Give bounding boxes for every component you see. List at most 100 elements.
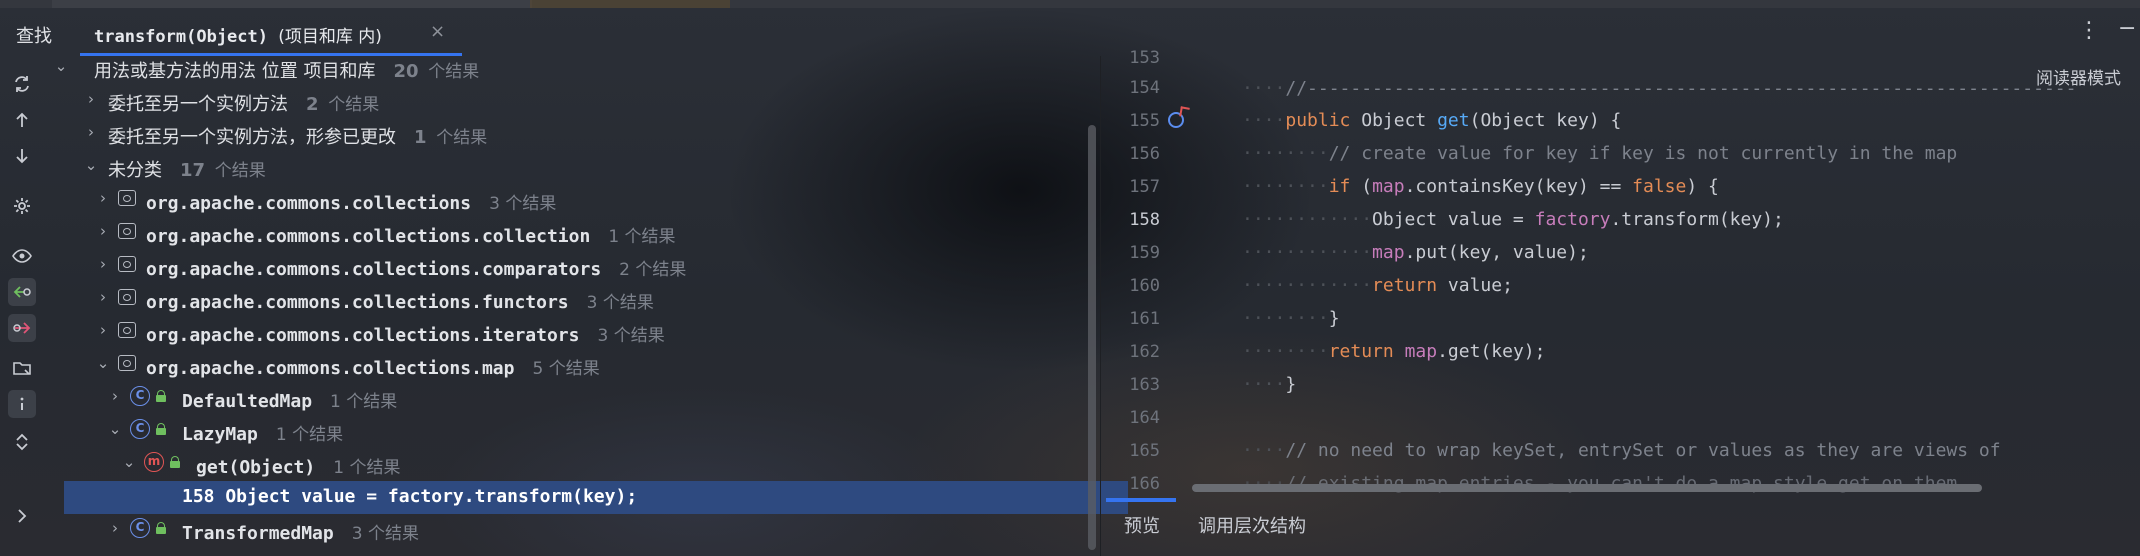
chevron-right-icon[interactable]: › [96,288,110,306]
code-line-161: ········} [1242,308,1340,329]
tree-node-usage-selected[interactable]: 158 Object value = factory.transform(key… [64,481,1128,514]
package-icon [118,289,136,305]
tab-preview[interactable]: 预览 [1124,512,1160,538]
chevron-down-icon[interactable]: ⌄ [84,156,98,174]
line-number: 165 [1129,441,1160,461]
chevron-right-icon[interactable] [8,502,36,530]
preview-eye-icon[interactable] [8,242,36,270]
chevron-right-icon[interactable]: › [84,90,98,108]
chevron-down-icon[interactable]: ⌄ [122,453,136,471]
code-preview-editor[interactable]: 153 154 155 156 157 158 159 160 161 162 … [1102,48,2140,496]
tree-node-package-map[interactable]: ⌄ org.apache.commons.collections.map 5 个结… [46,349,1096,382]
show-write-access-icon[interactable] [8,314,36,342]
close-tab-icon[interactable]: × [430,21,445,42]
tree-node-package[interactable]: › org.apache.commons.collections.collect… [46,217,1096,250]
group-by-directory-icon[interactable] [8,354,36,382]
overrides-method-icon[interactable] [1168,112,1184,128]
tree-node-class[interactable]: › C DefaultedMap 1 个结果 [46,382,1096,415]
usage-line-text: 158 Object value = factory.transform(key… [182,486,638,507]
node-count-number: 1 [414,127,427,148]
node-label: DefaultedMap [182,391,313,412]
tree-node-delegate[interactable]: › 委托至另一个实例方法 2 个结果 [46,85,1096,118]
node-count: 1 个结果 [275,425,344,445]
chevron-right-icon[interactable]: › [84,123,98,141]
node-count: 1 个结果 [608,227,676,247]
chevron-down-icon[interactable]: ⌄ [54,57,68,75]
tree-node-package[interactable]: › org.apache.commons.collections.iterato… [46,316,1096,349]
node-count-number: 20 [393,61,419,82]
tree-node-class-lazymap[interactable]: ⌄ C LazyMap 1 个结果 [46,415,1096,448]
class-icon: C [130,386,150,406]
line-number: 157 [1129,177,1160,197]
chevron-right-icon[interactable]: › [108,387,122,405]
preview-bottom-tabs: 预览 调用层次结构 [1102,500,2140,556]
panel-splitter[interactable] [1100,56,1101,556]
next-occurrence-icon[interactable] [8,142,36,170]
public-lock-icon [156,390,166,402]
minimize-icon[interactable]: − [2118,16,2136,41]
chevron-down-icon[interactable]: ⌄ [96,354,110,372]
node-label: 委托至另一个实例方法，形参已更改 [108,127,396,148]
reader-mode-button[interactable]: 阅读器模式 [2036,64,2121,89]
tab-transform-object[interactable]: transform(Object) (项目和库 内) [80,10,462,56]
chevron-right-icon[interactable]: › [96,321,110,339]
chevron-right-icon[interactable]: › [108,519,122,537]
chevron-right-icon[interactable]: › [96,222,110,240]
node-count: 1 个结果 [330,392,398,412]
tree-node-unclassified[interactable]: ⌄ 未分类 17 个结果 [46,151,1096,184]
more-options-icon[interactable]: ⋮ [2078,18,2100,43]
info-icon[interactable] [8,390,36,418]
node-count: 2 个结果 [619,260,687,280]
line-number: 163 [1129,375,1160,395]
package-icon [118,256,136,272]
line-number: 164 [1129,408,1160,428]
code-line-158-current: ············Object value = factory.trans… [1242,209,1784,230]
line-number: 159 [1129,243,1160,263]
node-count-number: 2 [306,94,319,115]
chevron-down-icon[interactable]: ⌄ [108,420,122,438]
find-toolbar [0,56,44,556]
node-label: TransformedMap [182,523,334,544]
chevron-right-icon[interactable]: › [96,255,110,273]
top-window-strip [0,0,2140,8]
show-read-access-icon[interactable] [8,278,36,306]
code-line-157: ········if (map.containsKey(key) == fals… [1242,176,1719,197]
tree-node-method[interactable]: ⌄ m get(Object) 1 个结果 [46,448,1096,481]
class-icon: C [130,518,150,538]
find-tool-window-header: 查找 transform(Object) (项目和库 内) × ⋮ − [0,10,2140,56]
node-count: 3 个结果 [489,194,557,214]
rerun-icon[interactable] [8,70,36,98]
tree-scrollbar[interactable] [1088,125,1096,550]
package-icon [118,322,136,338]
editor-horizontal-scrollbar[interactable] [1192,484,1982,492]
node-label: org.apache.commons.collections.iterators [146,325,580,346]
node-count: 3 个结果 [351,524,419,544]
line-number: 154 [1129,78,1160,98]
previous-occurrence-icon[interactable] [8,106,36,134]
code-line-159: ············map.put(key, value); [1242,242,1589,263]
code-line-160: ············return value; [1242,275,1513,296]
tree-node-package[interactable]: › org.apache.commons.collections.functor… [46,283,1096,316]
tree-node-usages-group[interactable]: ⌄ 用法或基方法的用法 位置 项目和库 20 个结果 [46,52,1096,85]
settings-gear-icon[interactable] [8,192,36,220]
tree-node-class[interactable]: › C TransformedMap 3 个结果 [46,514,1096,547]
node-count-label: 个结果 [214,161,266,181]
code-line-154: ····//----------------------------------… [1242,78,2077,99]
tree-node-delegate-params-changed[interactable]: › 委托至另一个实例方法，形参已更改 1 个结果 [46,118,1096,151]
tab-call-hierarchy[interactable]: 调用层次结构 [1198,512,1306,538]
method-icon: m [144,452,164,472]
tree-node-package[interactable]: › org.apache.commons.collections.compara… [46,250,1096,283]
node-label: org.apache.commons.collections.comparato… [146,259,602,280]
code-line-156: ········// create value for key if key i… [1242,143,1958,164]
tree-node-package[interactable]: › org.apache.commons.collections 3 个结果 [46,184,1096,217]
usages-tree: ⌄ 用法或基方法的用法 位置 项目和库 20 个结果 › 委托至另一个实例方法 2 … [46,52,1128,556]
expand-collapse-icon[interactable] [8,428,36,456]
chevron-right-icon[interactable]: › [96,189,110,207]
public-lock-icon [156,522,166,534]
package-icon [118,355,136,371]
node-label: LazyMap [182,424,258,445]
node-label: 用法或基方法的用法 位置 项目和库 [94,61,376,82]
node-label: 未分类 [108,160,162,181]
node-label: org.apache.commons.collections.map [146,358,515,379]
code-line-162: ········return map.get(key); [1242,341,1546,362]
